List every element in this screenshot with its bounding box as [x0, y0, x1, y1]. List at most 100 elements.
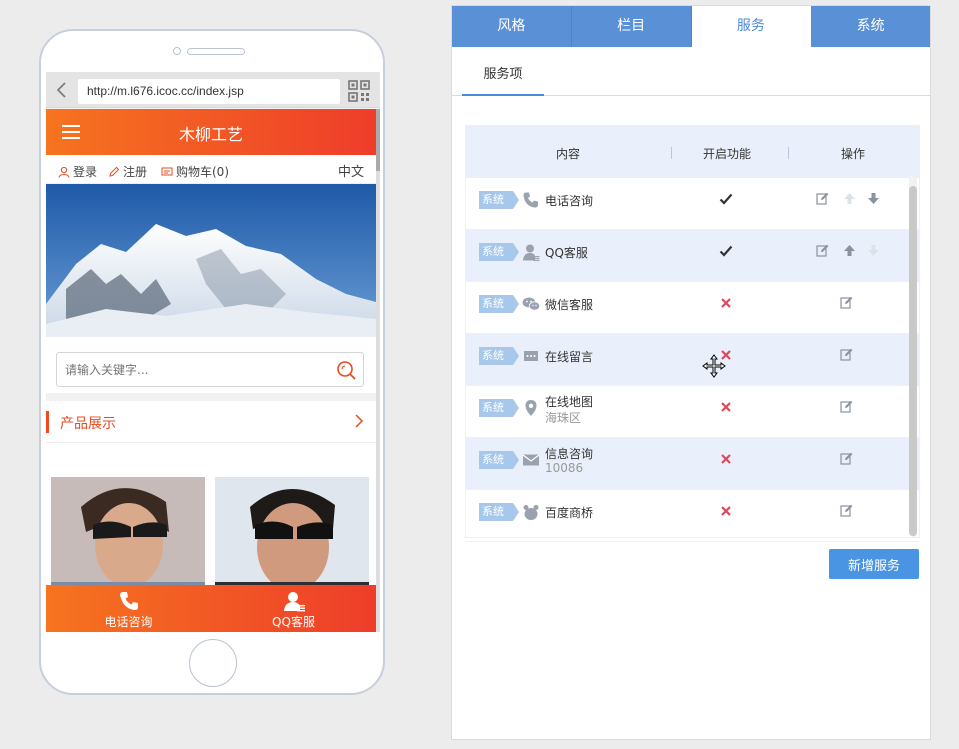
- site-header: 木柳工艺: [46, 109, 376, 155]
- qq-service-icon: [283, 592, 305, 612]
- table-row: 系统 在线留言: [466, 334, 919, 386]
- product-section-header[interactable]: 产品展示: [46, 401, 376, 443]
- search-icon[interactable]: [335, 359, 357, 381]
- search-input[interactable]: [57, 353, 317, 386]
- system-tag: 系统: [479, 451, 519, 469]
- product-image-1[interactable]: [51, 477, 205, 597]
- move-cursor-icon: [702, 354, 726, 378]
- service-name: QQ客服: [545, 246, 588, 260]
- product-image-2[interactable]: [215, 477, 369, 597]
- phone-preview: http://m.l676.icoc.cc/index.jsp 木柳工艺 登录 …: [39, 29, 385, 695]
- system-tag: 系统: [479, 347, 519, 365]
- user-icon: [58, 166, 70, 178]
- cart-label: 购物车(0): [176, 165, 229, 179]
- bottom-nav-phone[interactable]: 电话咨询: [46, 585, 211, 632]
- phone-icon: [523, 192, 538, 208]
- service-name: 信息咨询: [545, 447, 594, 461]
- arrow-down-icon: [868, 245, 879, 256]
- url-field[interactable]: http://m.l676.icoc.cc/index.jsp: [78, 79, 340, 104]
- header-enabled: 开启功能: [702, 147, 751, 161]
- bottom-nav-phone-label: 电话咨询: [104, 615, 153, 629]
- mobile-site: 木柳工艺 登录 注册 购物车(0) 中文 请输入关键字... 产品展示 电话咨询…: [46, 109, 376, 632]
- edit-icon[interactable]: [816, 244, 829, 257]
- search-box: [56, 352, 364, 387]
- pencil-icon: [109, 166, 120, 177]
- service-name: 在线地图: [545, 395, 594, 409]
- service-name: 微信客服: [545, 298, 594, 312]
- qq-service-icon: [523, 244, 540, 261]
- baidu-bear-icon: [523, 505, 539, 520]
- table-row: 系统 百度商桥: [466, 490, 919, 542]
- product-grid: [46, 466, 376, 597]
- table-header: 内容 开启功能 操作: [466, 126, 919, 178]
- back-arrow-icon[interactable]: [54, 81, 70, 99]
- cart-link[interactable]: 购物车(0): [161, 163, 229, 180]
- header-divider: [671, 147, 672, 159]
- cart-icon: [161, 167, 173, 175]
- chevron-right-icon: [355, 414, 364, 428]
- service-name: 在线留言: [545, 350, 594, 364]
- subtab-bar: 服务项: [452, 47, 930, 96]
- section-title: 产品展示: [60, 416, 116, 432]
- phone-icon: [119, 592, 138, 610]
- cross-icon[interactable]: [719, 504, 733, 518]
- cross-icon[interactable]: [719, 452, 733, 466]
- tab-columns[interactable]: 栏目: [571, 6, 692, 47]
- system-tag: 系统: [479, 191, 519, 209]
- table-scrollbar[interactable]: [909, 176, 917, 537]
- login-link[interactable]: 登录: [58, 163, 97, 180]
- wechat-icon: [522, 297, 540, 311]
- arrow-up-icon[interactable]: [843, 244, 856, 257]
- table-scrollbar-thumb[interactable]: [909, 186, 917, 536]
- map-pin-icon: [525, 400, 537, 416]
- product-photo: [215, 477, 369, 597]
- edit-icon[interactable]: [840, 348, 853, 361]
- bottom-nav-qq[interactable]: QQ客服: [211, 585, 376, 632]
- tab-system[interactable]: 系统: [811, 6, 930, 47]
- panel-tabs: 风格 栏目 服务 系统: [452, 6, 930, 47]
- edit-icon[interactable]: [840, 452, 853, 465]
- check-icon[interactable]: [719, 244, 733, 258]
- phone-camera: [173, 47, 181, 55]
- edit-icon[interactable]: [840, 504, 853, 517]
- phone-home-button: [189, 639, 237, 687]
- product-photo: [51, 477, 205, 597]
- qr-code-icon[interactable]: [348, 80, 370, 102]
- table-row: 系统 微信客服: [466, 282, 919, 334]
- table-row: 系统 在线地图 海珠区: [466, 386, 919, 438]
- subtab-service-items[interactable]: 服务项: [462, 47, 544, 96]
- language-switch[interactable]: 中文: [338, 161, 364, 180]
- arrow-down-icon[interactable]: [867, 192, 880, 205]
- phone-speaker: [187, 48, 245, 55]
- preview-scrollbar-thumb[interactable]: [376, 109, 380, 171]
- system-tag: 系统: [479, 243, 519, 261]
- service-detail: 海珠区: [545, 411, 582, 425]
- phone-earpiece: [173, 45, 253, 57]
- cross-icon[interactable]: [719, 400, 733, 414]
- tab-services[interactable]: 服务: [691, 6, 812, 47]
- table-row: 系统 QQ客服: [466, 230, 919, 282]
- add-service-button[interactable]: 新增服务: [829, 549, 919, 579]
- system-tag: 系统: [479, 503, 519, 521]
- login-label: 登录: [73, 165, 98, 179]
- service-name: 电话咨询: [545, 194, 594, 208]
- banner-image: [46, 184, 376, 337]
- edit-icon[interactable]: [840, 296, 853, 309]
- envelope-icon: [522, 454, 540, 466]
- service-table: 内容 开启功能 操作 系统 电话咨询 系统 QQ客服 系统 微信客服 系统 在线留言 系统 在线地…: [465, 125, 920, 542]
- edit-icon[interactable]: [840, 400, 853, 413]
- register-link[interactable]: 注册: [108, 163, 147, 180]
- browser-bar: http://m.l676.icoc.cc/index.jsp: [46, 72, 380, 108]
- cross-icon[interactable]: [719, 296, 733, 310]
- tab-style[interactable]: 风格: [452, 6, 572, 47]
- site-title: 木柳工艺: [178, 125, 243, 144]
- header-content: 内容: [556, 147, 581, 161]
- search-area: [46, 337, 376, 401]
- system-tag: 系统: [479, 295, 519, 313]
- chat-bubble-icon: [524, 351, 538, 361]
- check-icon[interactable]: [719, 192, 733, 206]
- user-bar: 登录 注册 购物车(0) 中文: [46, 155, 376, 184]
- edit-icon[interactable]: [816, 192, 829, 205]
- preview-scrollbar[interactable]: [376, 109, 380, 632]
- table-row: 系统 电话咨询: [466, 178, 919, 230]
